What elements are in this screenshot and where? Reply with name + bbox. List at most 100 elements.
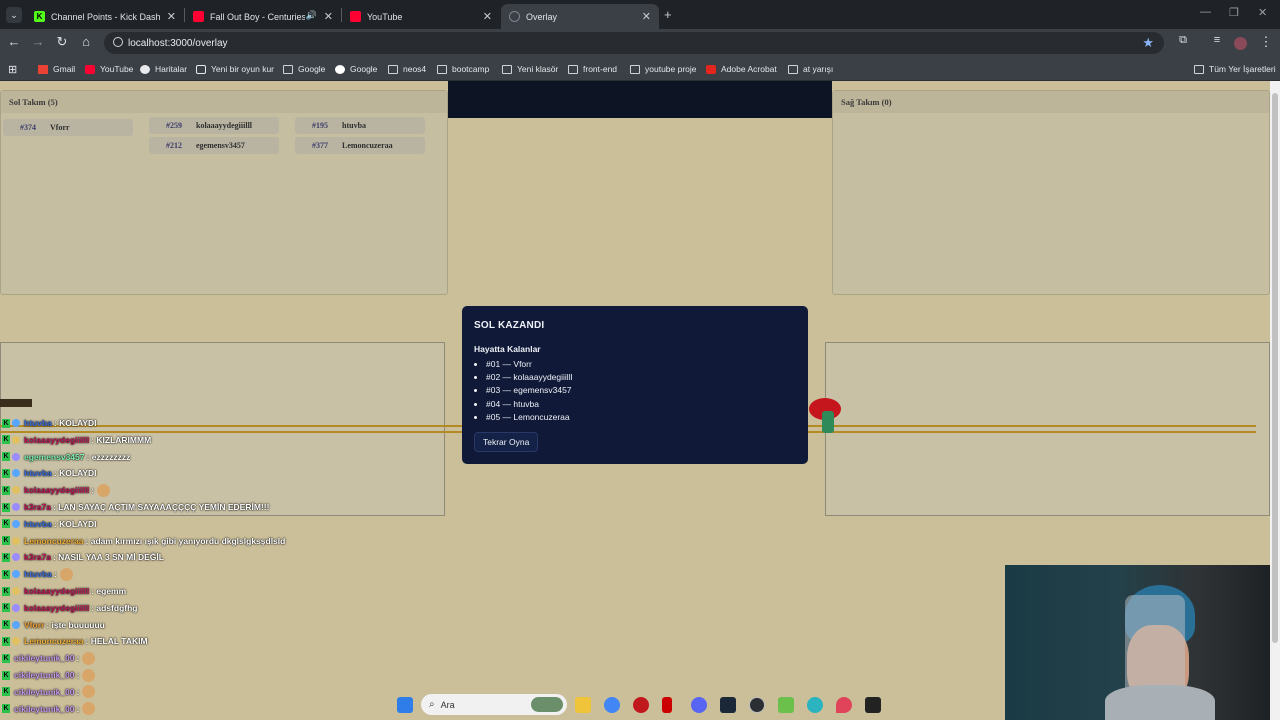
close-icon[interactable]: ✕ <box>483 10 492 23</box>
chat-username[interactable]: cikileytunik_00 <box>14 670 74 680</box>
emote-icon <box>82 702 96 716</box>
maps-icon <box>140 64 150 74</box>
tab-kick-dashboard[interactable]: K Channel Points - Kick Dashboard ✕ <box>26 4 184 29</box>
tab-overlay[interactable]: Overlay ✕ <box>501 4 659 29</box>
app-icon[interactable] <box>662 697 672 713</box>
extensions-icon[interactable]: ⧉ <box>1174 34 1192 47</box>
bookmark-at-yarisi[interactable]: at yarışı <box>788 61 833 77</box>
chat-text: : NASIL YAA 3 SN Mİ DEĞİL <box>52 552 164 563</box>
tab-search-button[interactable]: ⌄ <box>6 7 22 23</box>
close-icon[interactable]: ✕ <box>642 10 651 23</box>
maximize-button[interactable]: ❐ <box>1229 6 1239 19</box>
kick-icon: K <box>2 704 10 714</box>
windows-start-icon[interactable] <box>397 697 413 713</box>
chat-username[interactable]: htuvba <box>24 468 52 478</box>
chat-text: : adsfdgfhg <box>91 602 138 613</box>
bookmark-haritalar[interactable]: Haritalar <box>140 61 187 77</box>
survivor-item: #02 — kolaaayydegiiilll <box>486 371 796 384</box>
bookmark-all[interactable]: Tüm Yer İşaretleri <box>1194 61 1276 77</box>
left-team-title: Sol Takım (5) <box>1 91 447 113</box>
steam-icon[interactable] <box>720 697 736 713</box>
bookmark-oyun[interactable]: Yeni bir oyun kur <box>196 61 274 77</box>
app-icon[interactable] <box>807 697 823 713</box>
apps-icon[interactable]: ⊞ <box>8 61 17 77</box>
play-again-button[interactable]: Tekrar Oyna <box>474 432 539 453</box>
back-icon[interactable]: ← <box>5 34 23 49</box>
bookmark-google-folder[interactable]: Google <box>283 61 325 77</box>
bookmark-google[interactable]: Google <box>335 61 377 77</box>
modal-title: SOL KAZANDI <box>474 320 545 331</box>
tab-youtube[interactable]: YouTube ✕ <box>342 4 500 29</box>
address-bar[interactable]: localhost:3000/overlay ★ <box>104 32 1164 54</box>
chat-username[interactable]: htuvba <box>24 569 52 579</box>
bookmark-yeni-klasor[interactable]: Yeni klasör <box>502 61 558 77</box>
reload-icon[interactable]: ↻ <box>53 34 71 50</box>
app-icon[interactable] <box>836 697 852 713</box>
kick-icon: K <box>2 586 10 596</box>
minimize-button[interactable]: — <box>1200 6 1211 18</box>
tab-fall-out-boy[interactable]: Fall Out Boy - Centuries (Official 🔊 ✕ <box>185 4 341 29</box>
chat-username[interactable]: cikileytunik_00 <box>14 687 74 697</box>
chat-username[interactable]: cikileytunik_00 <box>14 653 74 663</box>
chat-message: Kkolaaayydegiiilll: adsfdgfhg <box>2 601 137 615</box>
chat-username[interactable]: kolaaayydegiiilll <box>24 485 89 495</box>
chat-username[interactable]: kolaaayydegiiilll <box>24 435 89 445</box>
discord-icon[interactable] <box>691 697 707 713</box>
close-window-button[interactable]: ✕ <box>1258 6 1267 19</box>
close-icon[interactable]: ✕ <box>324 10 333 23</box>
obs-icon[interactable] <box>749 697 765 713</box>
chat-username[interactable]: htuvba <box>24 519 52 529</box>
taskbar-search[interactable]: ⌕ Ara <box>421 694 567 715</box>
shirt <box>1105 685 1215 720</box>
chat-text: : egemm <box>91 586 127 596</box>
chat-username[interactable]: Vforr <box>24 620 44 630</box>
folder-icon <box>502 64 512 74</box>
profile-avatar[interactable] <box>1234 37 1247 50</box>
chat-username[interactable]: kolaaayydegiiilll <box>24 603 89 613</box>
player-chip: #212 egemensv3457 <box>149 137 279 154</box>
speaker-icon[interactable]: 🔊 <box>306 10 317 21</box>
chat-username[interactable]: k3ra7a <box>24 552 51 562</box>
bookmark-youtube[interactable]: YouTube <box>85 61 133 77</box>
kick-icon: K <box>2 552 10 562</box>
survivor-list: #01 — Vforr #02 — kolaaayydegiiilll #03 … <box>474 358 796 424</box>
chat-username[interactable]: htuvba <box>24 418 52 428</box>
bookmark-gmail[interactable]: Gmail <box>38 61 75 77</box>
bookmark-front-end[interactable]: front-end <box>568 61 617 77</box>
chat-message: Khtuvba: KOLAYDI <box>2 517 97 531</box>
page-scrollbar[interactable] <box>1270 81 1280 720</box>
site-info-icon[interactable] <box>113 37 123 47</box>
chat-text: : <box>91 485 95 496</box>
game-icon <box>196 64 206 74</box>
scrollbar-thumb[interactable] <box>1272 93 1278 643</box>
reading-list-icon[interactable]: ≡ <box>1208 34 1226 46</box>
bookmark-bootcamp[interactable]: bootcamp <box>437 61 489 77</box>
chat-username[interactable]: kolaaayydegiiilll <box>24 586 89 596</box>
file-explorer-icon[interactable] <box>575 697 591 713</box>
webcam-feed <box>1005 565 1280 720</box>
badge-icon <box>12 553 20 562</box>
kick-icon: K <box>2 687 10 697</box>
close-icon[interactable]: ✕ <box>167 10 176 23</box>
forward-icon[interactable]: → <box>29 34 47 49</box>
chrome-icon[interactable] <box>604 697 620 713</box>
home-icon[interactable]: ⌂ <box>77 34 95 49</box>
chat-message: Kkolaaayydegiiilll: KIZLARIMMM <box>2 433 151 447</box>
terminal-icon[interactable] <box>865 697 881 713</box>
app-icon[interactable] <box>633 697 649 713</box>
new-tab-button[interactable]: + <box>664 7 672 22</box>
app-icon[interactable] <box>778 697 794 713</box>
chat-username[interactable]: Lemoncuzeraa <box>24 536 84 546</box>
chat-text: : KOLAYDI <box>53 518 97 529</box>
badge-icon <box>12 486 20 495</box>
bookmark-adobe-acrobat[interactable]: Adobe Acrobat <box>706 61 777 77</box>
kick-icon: K <box>2 670 10 680</box>
chat-username[interactable]: k3ra7a <box>24 502 51 512</box>
chat-username[interactable]: egemensv3457 <box>24 452 85 462</box>
star-icon[interactable]: ★ <box>1142 35 1154 51</box>
menu-icon[interactable]: ⋮ <box>1257 34 1275 50</box>
chat-username[interactable]: cikileytunik_00 <box>14 704 74 714</box>
chat-username[interactable]: Lemoncuzeraa <box>24 636 84 646</box>
bookmark-youtube-proje[interactable]: youtube proje <box>630 61 697 77</box>
bookmark-neos4[interactable]: neos4 <box>388 61 426 77</box>
